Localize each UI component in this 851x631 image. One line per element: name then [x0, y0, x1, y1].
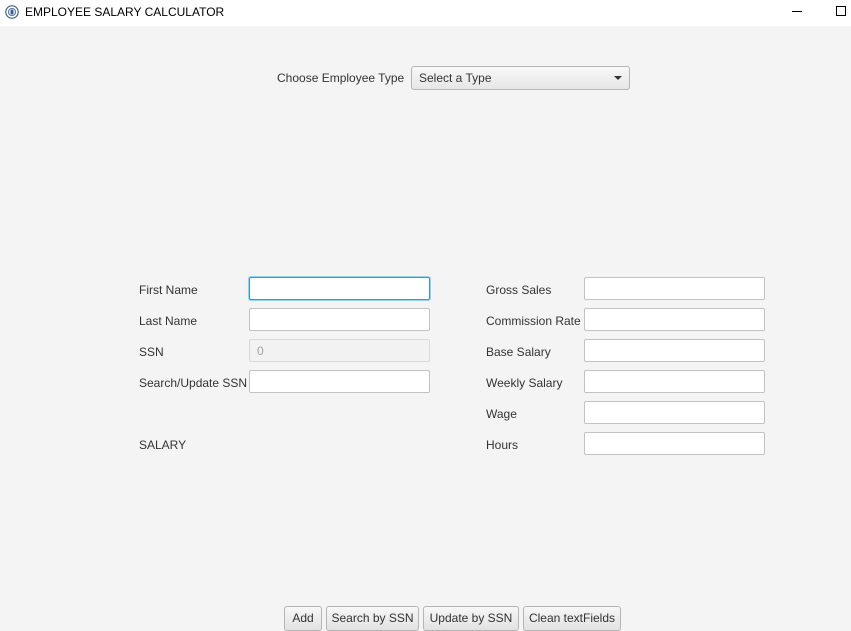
employee-type-label: Choose Employee Type — [277, 71, 405, 85]
clean-textfields-button[interactable]: Clean textFields — [523, 606, 621, 631]
first-name-field[interactable] — [249, 277, 430, 300]
base-salary-field[interactable] — [584, 339, 765, 362]
ssn-field — [249, 339, 430, 362]
search-by-ssn-button[interactable]: Search by SSN — [326, 606, 419, 631]
last-name-label: Last Name — [139, 314, 198, 328]
base-salary-label: Base Salary — [486, 345, 551, 359]
weekly-salary-label: Weekly Salary — [486, 376, 563, 390]
search-update-ssn-field[interactable] — [249, 370, 430, 393]
wage-label: Wage — [486, 407, 517, 421]
first-name-label: First Name — [139, 283, 198, 297]
window-title: EMPLOYEE SALARY CALCULATOR — [25, 5, 225, 19]
update-by-ssn-button[interactable]: Update by SSN — [423, 606, 519, 631]
chevron-down-icon — [614, 76, 622, 80]
commission-rate-field[interactable] — [584, 308, 765, 331]
app-globe-icon — [5, 5, 19, 19]
maximize-button[interactable] — [826, 0, 851, 24]
add-button[interactable]: Add — [284, 606, 322, 631]
gross-sales-label: Gross Sales — [486, 283, 552, 297]
minimize-button[interactable] — [782, 0, 812, 24]
search-update-ssn-label: Search/Update SSN — [139, 376, 248, 390]
title-bar: EMPLOYEE SALARY CALCULATOR — [0, 0, 851, 26]
ssn-label: SSN — [139, 345, 164, 359]
last-name-field[interactable] — [249, 308, 430, 331]
employee-type-selected: Select a Type — [419, 71, 492, 85]
weekly-salary-field[interactable] — [584, 370, 765, 393]
hours-label: Hours — [486, 438, 519, 452]
wage-field[interactable] — [584, 401, 765, 424]
salary-label: SALARY — [139, 438, 187, 452]
employee-type-select[interactable]: Select a Type — [411, 66, 630, 90]
commission-rate-label: Commission Rate — [486, 314, 581, 328]
gross-sales-field[interactable] — [584, 277, 765, 300]
hours-field[interactable] — [584, 432, 765, 455]
